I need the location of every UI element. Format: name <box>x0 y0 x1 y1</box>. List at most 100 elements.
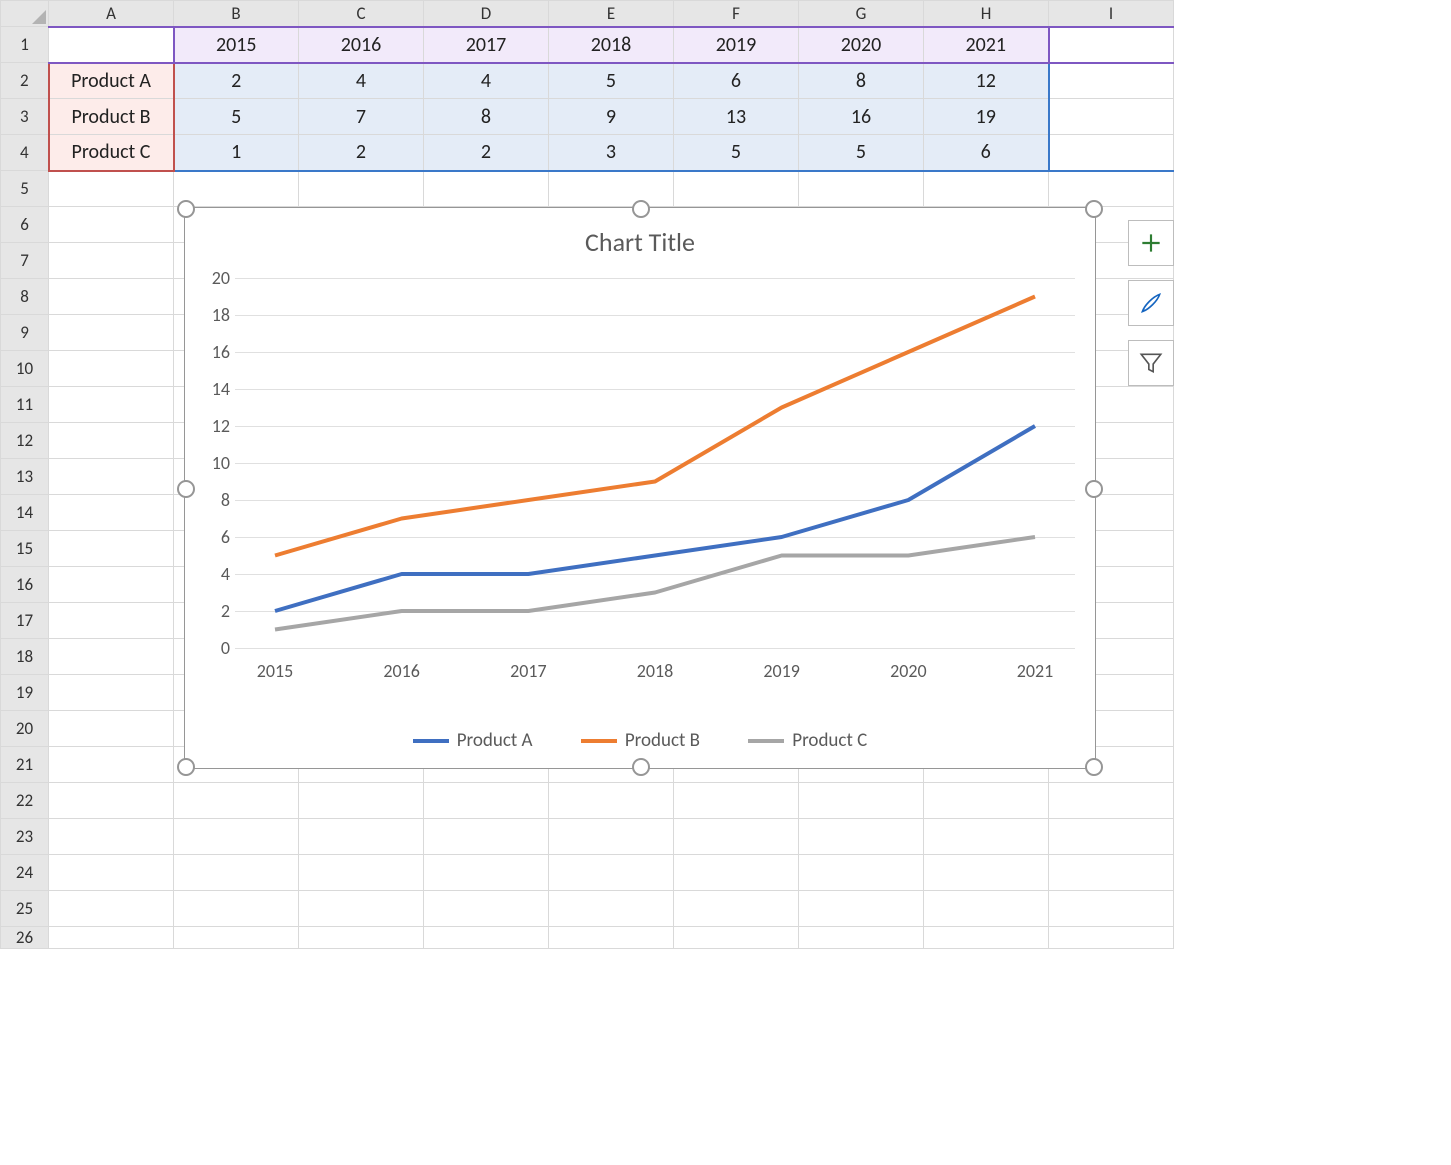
col-C[interactable]: C <box>299 1 424 27</box>
rowhead-2[interactable]: 2 <box>1 63 49 99</box>
rowhead-1[interactable]: 1 <box>1 27 49 63</box>
cell-D3[interactable]: 8 <box>424 99 549 135</box>
cell-E3[interactable]: 9 <box>549 99 674 135</box>
rowhead-20[interactable]: 20 <box>1 711 49 747</box>
x-tick-label: 2020 <box>890 660 927 682</box>
rowhead-17[interactable]: 17 <box>1 603 49 639</box>
rowhead-18[interactable]: 18 <box>1 639 49 675</box>
col-I[interactable]: I <box>1049 1 1174 27</box>
cell-G2[interactable]: 8 <box>799 63 924 99</box>
cell-F3[interactable]: 13 <box>674 99 799 135</box>
cell-E4[interactable]: 3 <box>549 135 674 171</box>
cell-H2[interactable]: 12 <box>924 63 1049 99</box>
cell-C3[interactable]: 7 <box>299 99 424 135</box>
col-H[interactable]: H <box>924 1 1049 27</box>
cell-B1[interactable]: 2015 <box>174 27 299 63</box>
resize-handle-sw[interactable] <box>177 758 195 776</box>
rowhead-22[interactable]: 22 <box>1 783 49 819</box>
cell-H4[interactable]: 6 <box>924 135 1049 171</box>
cell-A2[interactable]: Product A <box>49 63 174 99</box>
cell-I2[interactable] <box>1049 63 1174 99</box>
select-all-corner[interactable] <box>1 1 49 27</box>
rowhead-24[interactable]: 24 <box>1 855 49 891</box>
col-G[interactable]: G <box>799 1 924 27</box>
rowhead-7[interactable]: 7 <box>1 243 49 279</box>
rowhead-6[interactable]: 6 <box>1 207 49 243</box>
cell-I3[interactable] <box>1049 99 1174 135</box>
rowhead-19[interactable]: 19 <box>1 675 49 711</box>
cell-C2[interactable]: 4 <box>299 63 424 99</box>
col-B[interactable]: B <box>174 1 299 27</box>
cell-H1[interactable]: 2021 <box>924 27 1049 63</box>
cell-C4[interactable]: 2 <box>299 135 424 171</box>
cell-D1[interactable]: 2017 <box>424 27 549 63</box>
row-1: 1 2015 2016 2017 2018 2019 2020 2021 <box>1 27 1174 63</box>
rowhead-8[interactable]: 8 <box>1 279 49 315</box>
legend-item-a[interactable]: Product A <box>413 729 533 752</box>
y-tick-label: 8 <box>190 489 230 511</box>
cell-A4[interactable]: Product C <box>49 135 174 171</box>
rowhead-21[interactable]: 21 <box>1 747 49 783</box>
chart-legend[interactable]: Product A Product B Product C <box>185 726 1095 753</box>
rowhead-16[interactable]: 16 <box>1 567 49 603</box>
cell-A1[interactable] <box>49 27 174 63</box>
cell-A5[interactable] <box>49 171 174 207</box>
cell-D2[interactable]: 4 <box>424 63 549 99</box>
rowhead-3[interactable]: 3 <box>1 99 49 135</box>
col-A[interactable]: A <box>49 1 174 27</box>
legend-label-b: Product B <box>625 729 700 752</box>
series-line-product-b[interactable] <box>275 297 1035 556</box>
cell-G4[interactable]: 5 <box>799 135 924 171</box>
rowhead-15[interactable]: 15 <box>1 531 49 567</box>
cell-G1[interactable]: 2020 <box>799 27 924 63</box>
legend-item-b[interactable]: Product B <box>581 729 700 752</box>
resize-handle-ne[interactable] <box>1085 200 1103 218</box>
cell-F2[interactable]: 6 <box>674 63 799 99</box>
cell-G3[interactable]: 16 <box>799 99 924 135</box>
col-F[interactable]: F <box>674 1 799 27</box>
series-line-product-c[interactable] <box>275 537 1035 630</box>
embedded-chart[interactable]: Chart Title 02468101214161820 2015201620… <box>184 207 1096 769</box>
cell-B4[interactable]: 1 <box>174 135 299 171</box>
cell-E2[interactable]: 5 <box>549 63 674 99</box>
rowhead-13[interactable]: 13 <box>1 459 49 495</box>
resize-handle-n[interactable] <box>632 200 650 218</box>
rowhead-25[interactable]: 25 <box>1 891 49 927</box>
chart-title[interactable]: Chart Title <box>185 226 1095 258</box>
plot-area[interactable]: 02468101214161820 2015201620172018201920… <box>235 278 1075 648</box>
chart-filters-button[interactable] <box>1128 340 1174 386</box>
chart-styles-button[interactable] <box>1128 280 1174 326</box>
cell-H3[interactable]: 19 <box>924 99 1049 135</box>
rowhead-12[interactable]: 12 <box>1 423 49 459</box>
rowhead-4[interactable]: 4 <box>1 135 49 171</box>
resize-handle-w[interactable] <box>177 480 195 498</box>
cell-E1[interactable]: 2018 <box>549 27 674 63</box>
cell-I4[interactable] <box>1049 135 1174 171</box>
col-D[interactable]: D <box>424 1 549 27</box>
rowhead-10[interactable]: 10 <box>1 351 49 387</box>
cell-F1[interactable]: 2019 <box>674 27 799 63</box>
cell-F4[interactable]: 5 <box>674 135 799 171</box>
x-tick-label: 2017 <box>510 660 547 682</box>
legend-item-c[interactable]: Product C <box>748 729 867 752</box>
cell-B3[interactable]: 5 <box>174 99 299 135</box>
cell-D4[interactable]: 2 <box>424 135 549 171</box>
resize-handle-nw[interactable] <box>177 200 195 218</box>
rowhead-5[interactable]: 5 <box>1 171 49 207</box>
col-E[interactable]: E <box>549 1 674 27</box>
cell-A3[interactable]: Product B <box>49 99 174 135</box>
rowhead-9[interactable]: 9 <box>1 315 49 351</box>
rowhead-11[interactable]: 11 <box>1 387 49 423</box>
resize-handle-se[interactable] <box>1085 758 1103 776</box>
x-tick-label: 2021 <box>1017 660 1054 682</box>
rowhead-14[interactable]: 14 <box>1 495 49 531</box>
resize-handle-e[interactable] <box>1085 480 1103 498</box>
series-line-product-a[interactable] <box>275 426 1035 611</box>
chart-elements-button[interactable] <box>1128 220 1174 266</box>
rowhead-26[interactable]: 26 <box>1 927 49 949</box>
cell-C1[interactable]: 2016 <box>299 27 424 63</box>
cell-B2[interactable]: 2 <box>174 63 299 99</box>
rowhead-23[interactable]: 23 <box>1 819 49 855</box>
cell-I1[interactable] <box>1049 27 1174 63</box>
resize-handle-s[interactable] <box>632 758 650 776</box>
